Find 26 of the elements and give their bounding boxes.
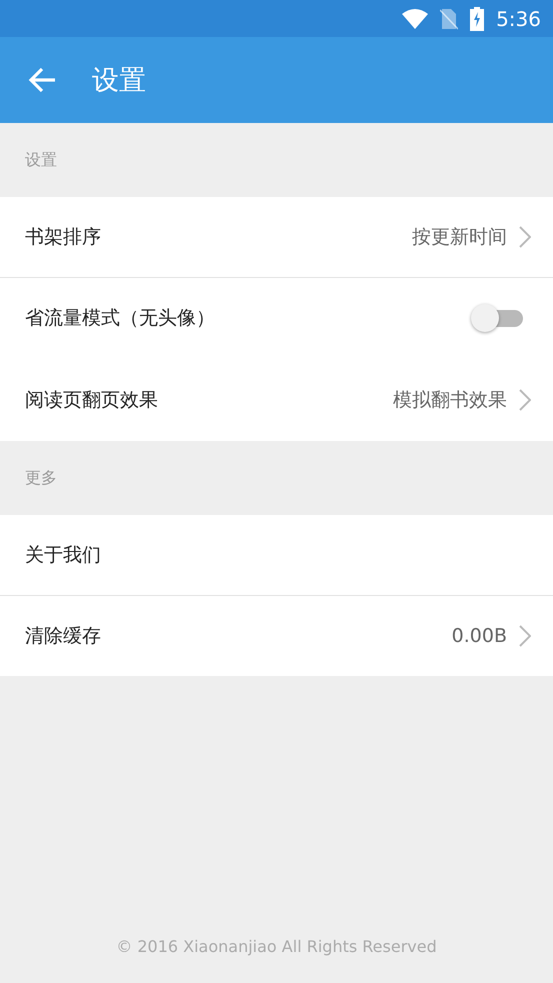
page-title: 设置 [92, 64, 146, 98]
battery-charging-icon [470, 6, 484, 30]
settings-row[interactable]: 关于我们 [0, 515, 553, 595]
row-label: 关于我们 [25, 543, 102, 568]
row-value: 模拟翻书效果 [393, 388, 507, 412]
row-label: 阅读页翻页效果 [25, 388, 159, 412]
chevron-icon [519, 226, 531, 248]
clock: 5:36 [496, 6, 541, 30]
toggle-switch[interactable] [471, 304, 525, 332]
chevron-icon [519, 625, 531, 647]
back-button[interactable] [28, 67, 56, 93]
back-arrow-icon [28, 67, 56, 93]
row-label: 清除缓存 [25, 624, 102, 649]
settings-row[interactable]: 书架排序 按更新时间 [0, 197, 553, 277]
section-header: 设置 [25, 150, 57, 170]
no-sim-icon [440, 8, 458, 30]
row-value: 0.00B [452, 625, 507, 647]
settings-row[interactable]: 阅读页翻页效果 模拟翻书效果 [0, 358, 553, 441]
row-label: 省流量模式（无头像） [25, 306, 216, 331]
settings-row[interactable]: 清除缓存 0.00B [0, 596, 553, 676]
copyright-text: © 2016 Xiaonanjiao All Rights Reserved [116, 937, 437, 956]
section-header: 更多 [25, 468, 57, 488]
chevron-icon [519, 388, 531, 410]
row-value: 按更新时间 [412, 225, 507, 250]
row-label: 书架排序 [25, 225, 102, 250]
wifi-icon [402, 8, 428, 28]
